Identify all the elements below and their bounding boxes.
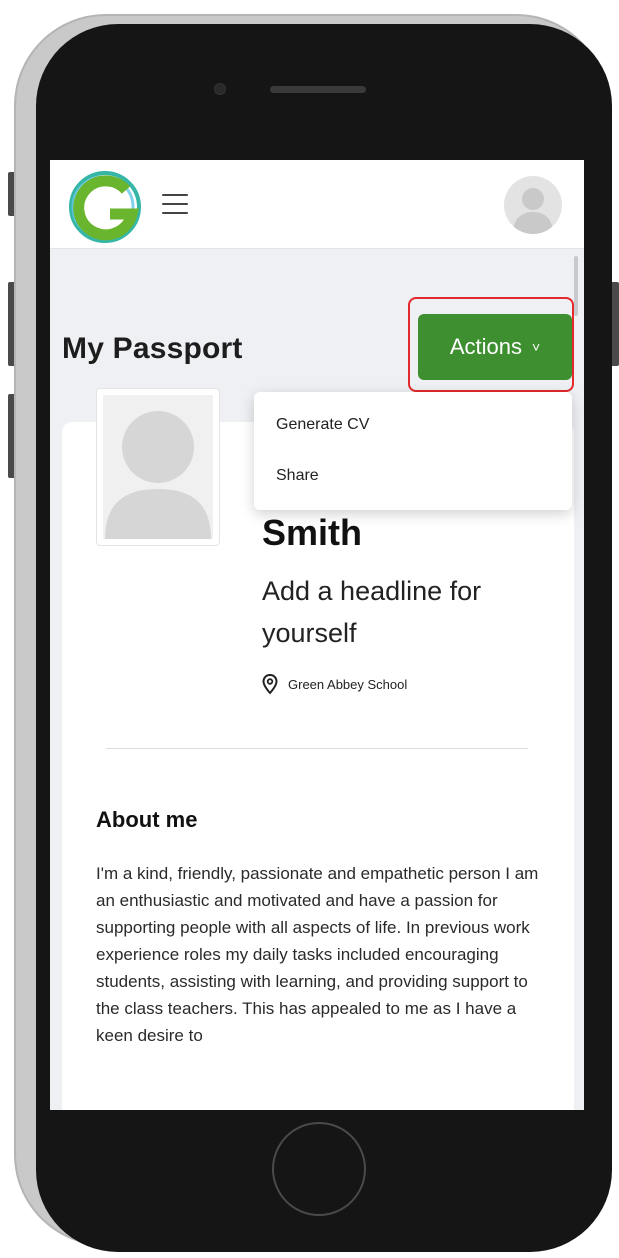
profile-name: Smith [262,512,363,553]
app-screen: My Passport Smith Add a headline for you… [50,160,584,1110]
top-navigation-bar [50,160,584,249]
menu-item-generate-cv[interactable]: Generate CV [254,405,572,445]
power-button [611,282,619,366]
page-scrollbar[interactable] [574,256,578,316]
profile-location: Green Abbey School [262,674,407,694]
actions-dropdown-menu: Generate CV Share [254,392,572,510]
actions-button-label: Actions [449,334,522,359]
hamburger-menu-icon[interactable] [162,194,188,216]
chevron-down-icon: ˅ [531,339,541,355]
map-pin-icon [262,674,278,694]
home-button [272,1122,366,1216]
user-avatar-icon[interactable] [504,176,562,234]
actions-button[interactable]: Actions ˅ [418,314,572,380]
profile-photo[interactable] [96,388,220,546]
section-divider [106,748,528,749]
about-text: I'm a kind, friendly, passionate and emp… [96,864,539,1045]
page-title: My Passport [62,332,243,365]
g-logo-icon[interactable] [66,168,144,246]
front-camera [215,84,225,94]
location-text: Green Abbey School [288,676,408,692]
profile-photo-placeholder-icon [103,395,213,539]
profile-headline[interactable]: Add a headline for yourself [262,570,542,654]
earpiece-speaker [270,86,366,93]
menu-item-share[interactable]: Share [254,456,572,496]
about-heading: About me [96,807,198,832]
